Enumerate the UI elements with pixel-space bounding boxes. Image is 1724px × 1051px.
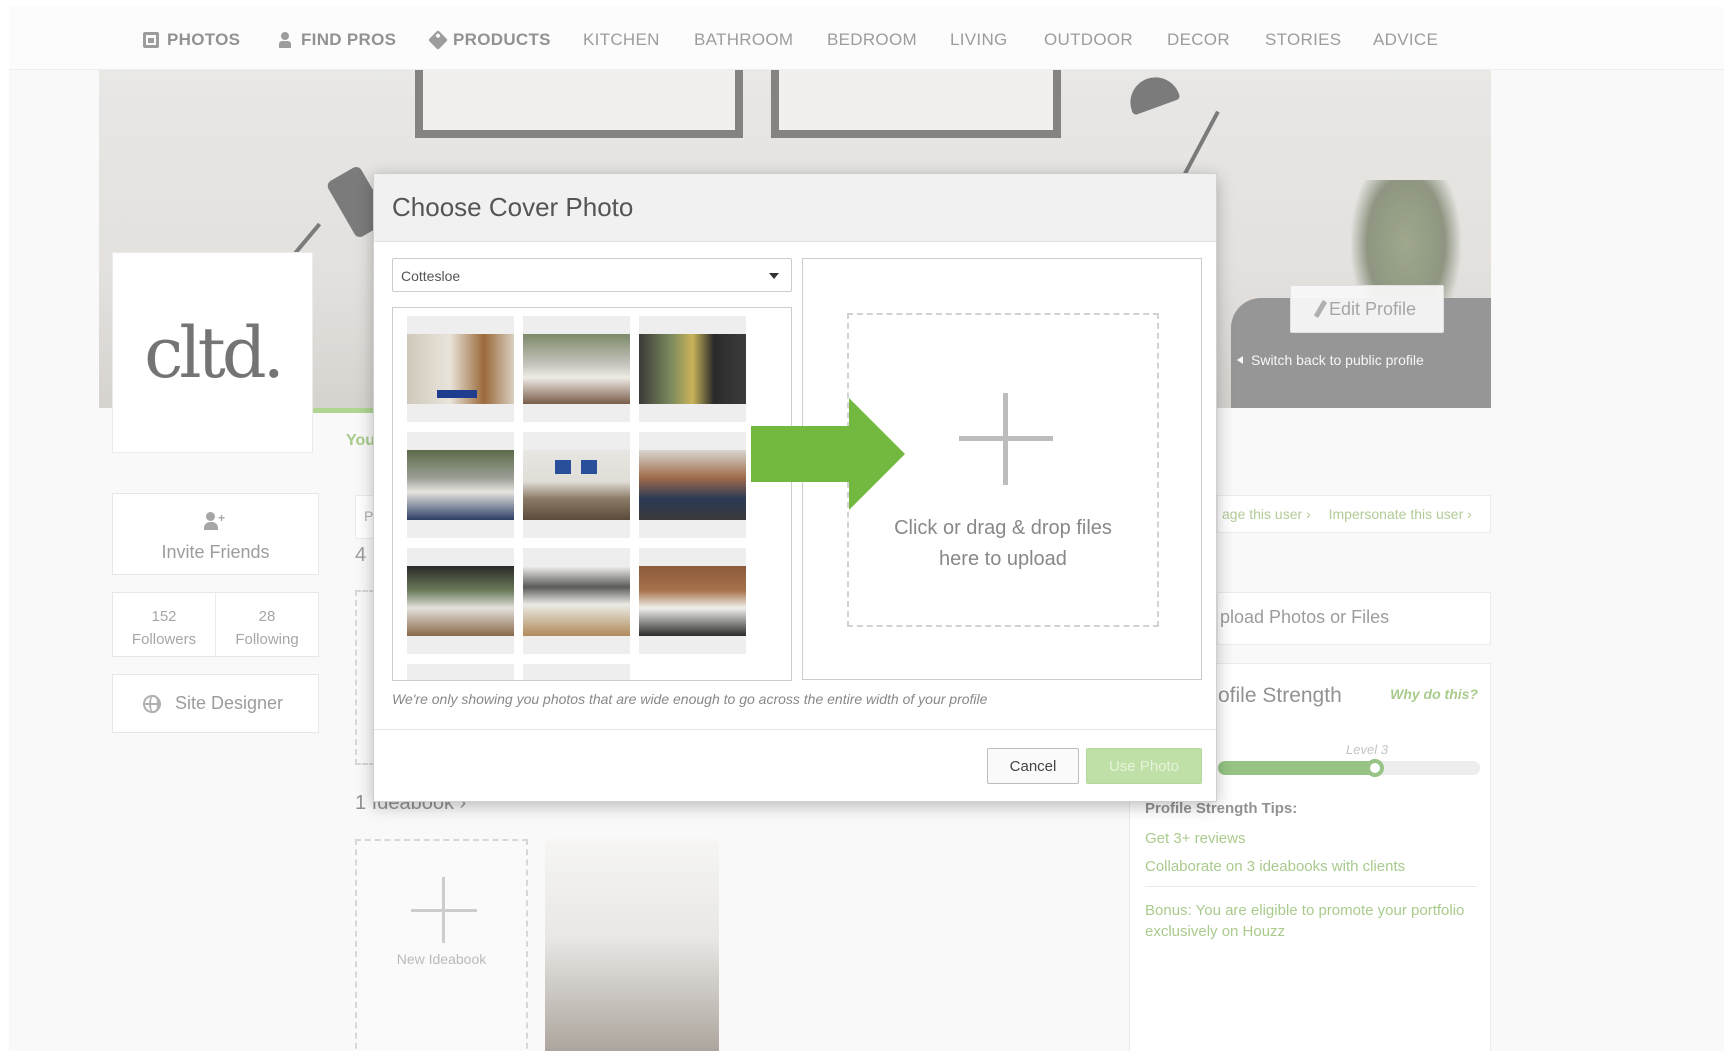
photo-thumbnail[interactable]	[523, 664, 630, 680]
drop-zone-text: Click or drag & drop files here to uploa…	[894, 517, 1112, 570]
photo-grid	[392, 307, 792, 681]
page: PHOTOS FIND PROS PRODUCTS KITCHEN BATHRO…	[9, 6, 1724, 1051]
modal-footer: Cancel Use Photo	[374, 729, 1216, 803]
photo-thumbnail[interactable]	[407, 316, 514, 422]
green-arrow-icon	[751, 398, 905, 510]
photo-thumbnail[interactable]	[523, 548, 630, 654]
album-select[interactable]: Cottesloe	[392, 258, 792, 292]
cancel-button[interactable]: Cancel	[987, 748, 1079, 784]
use-photo-button[interactable]: Use Photo	[1086, 748, 1202, 784]
photo-thumbnail[interactable]	[639, 548, 746, 654]
photo-thumbnail[interactable]	[639, 316, 746, 422]
modal-header: Choose Cover Photo	[374, 174, 1216, 242]
modal-title: Choose Cover Photo	[392, 192, 634, 222]
width-note: We're only showing you photos that are w…	[392, 691, 988, 707]
photo-thumbnail[interactable]	[407, 432, 514, 538]
photo-thumbnail[interactable]	[639, 432, 746, 538]
chevron-down-icon	[769, 273, 779, 279]
photo-thumbnail[interactable]	[523, 316, 630, 422]
photo-thumbnail[interactable]	[407, 548, 514, 654]
photo-thumbnail[interactable]	[523, 432, 630, 538]
photo-thumbnail[interactable]	[407, 664, 514, 680]
